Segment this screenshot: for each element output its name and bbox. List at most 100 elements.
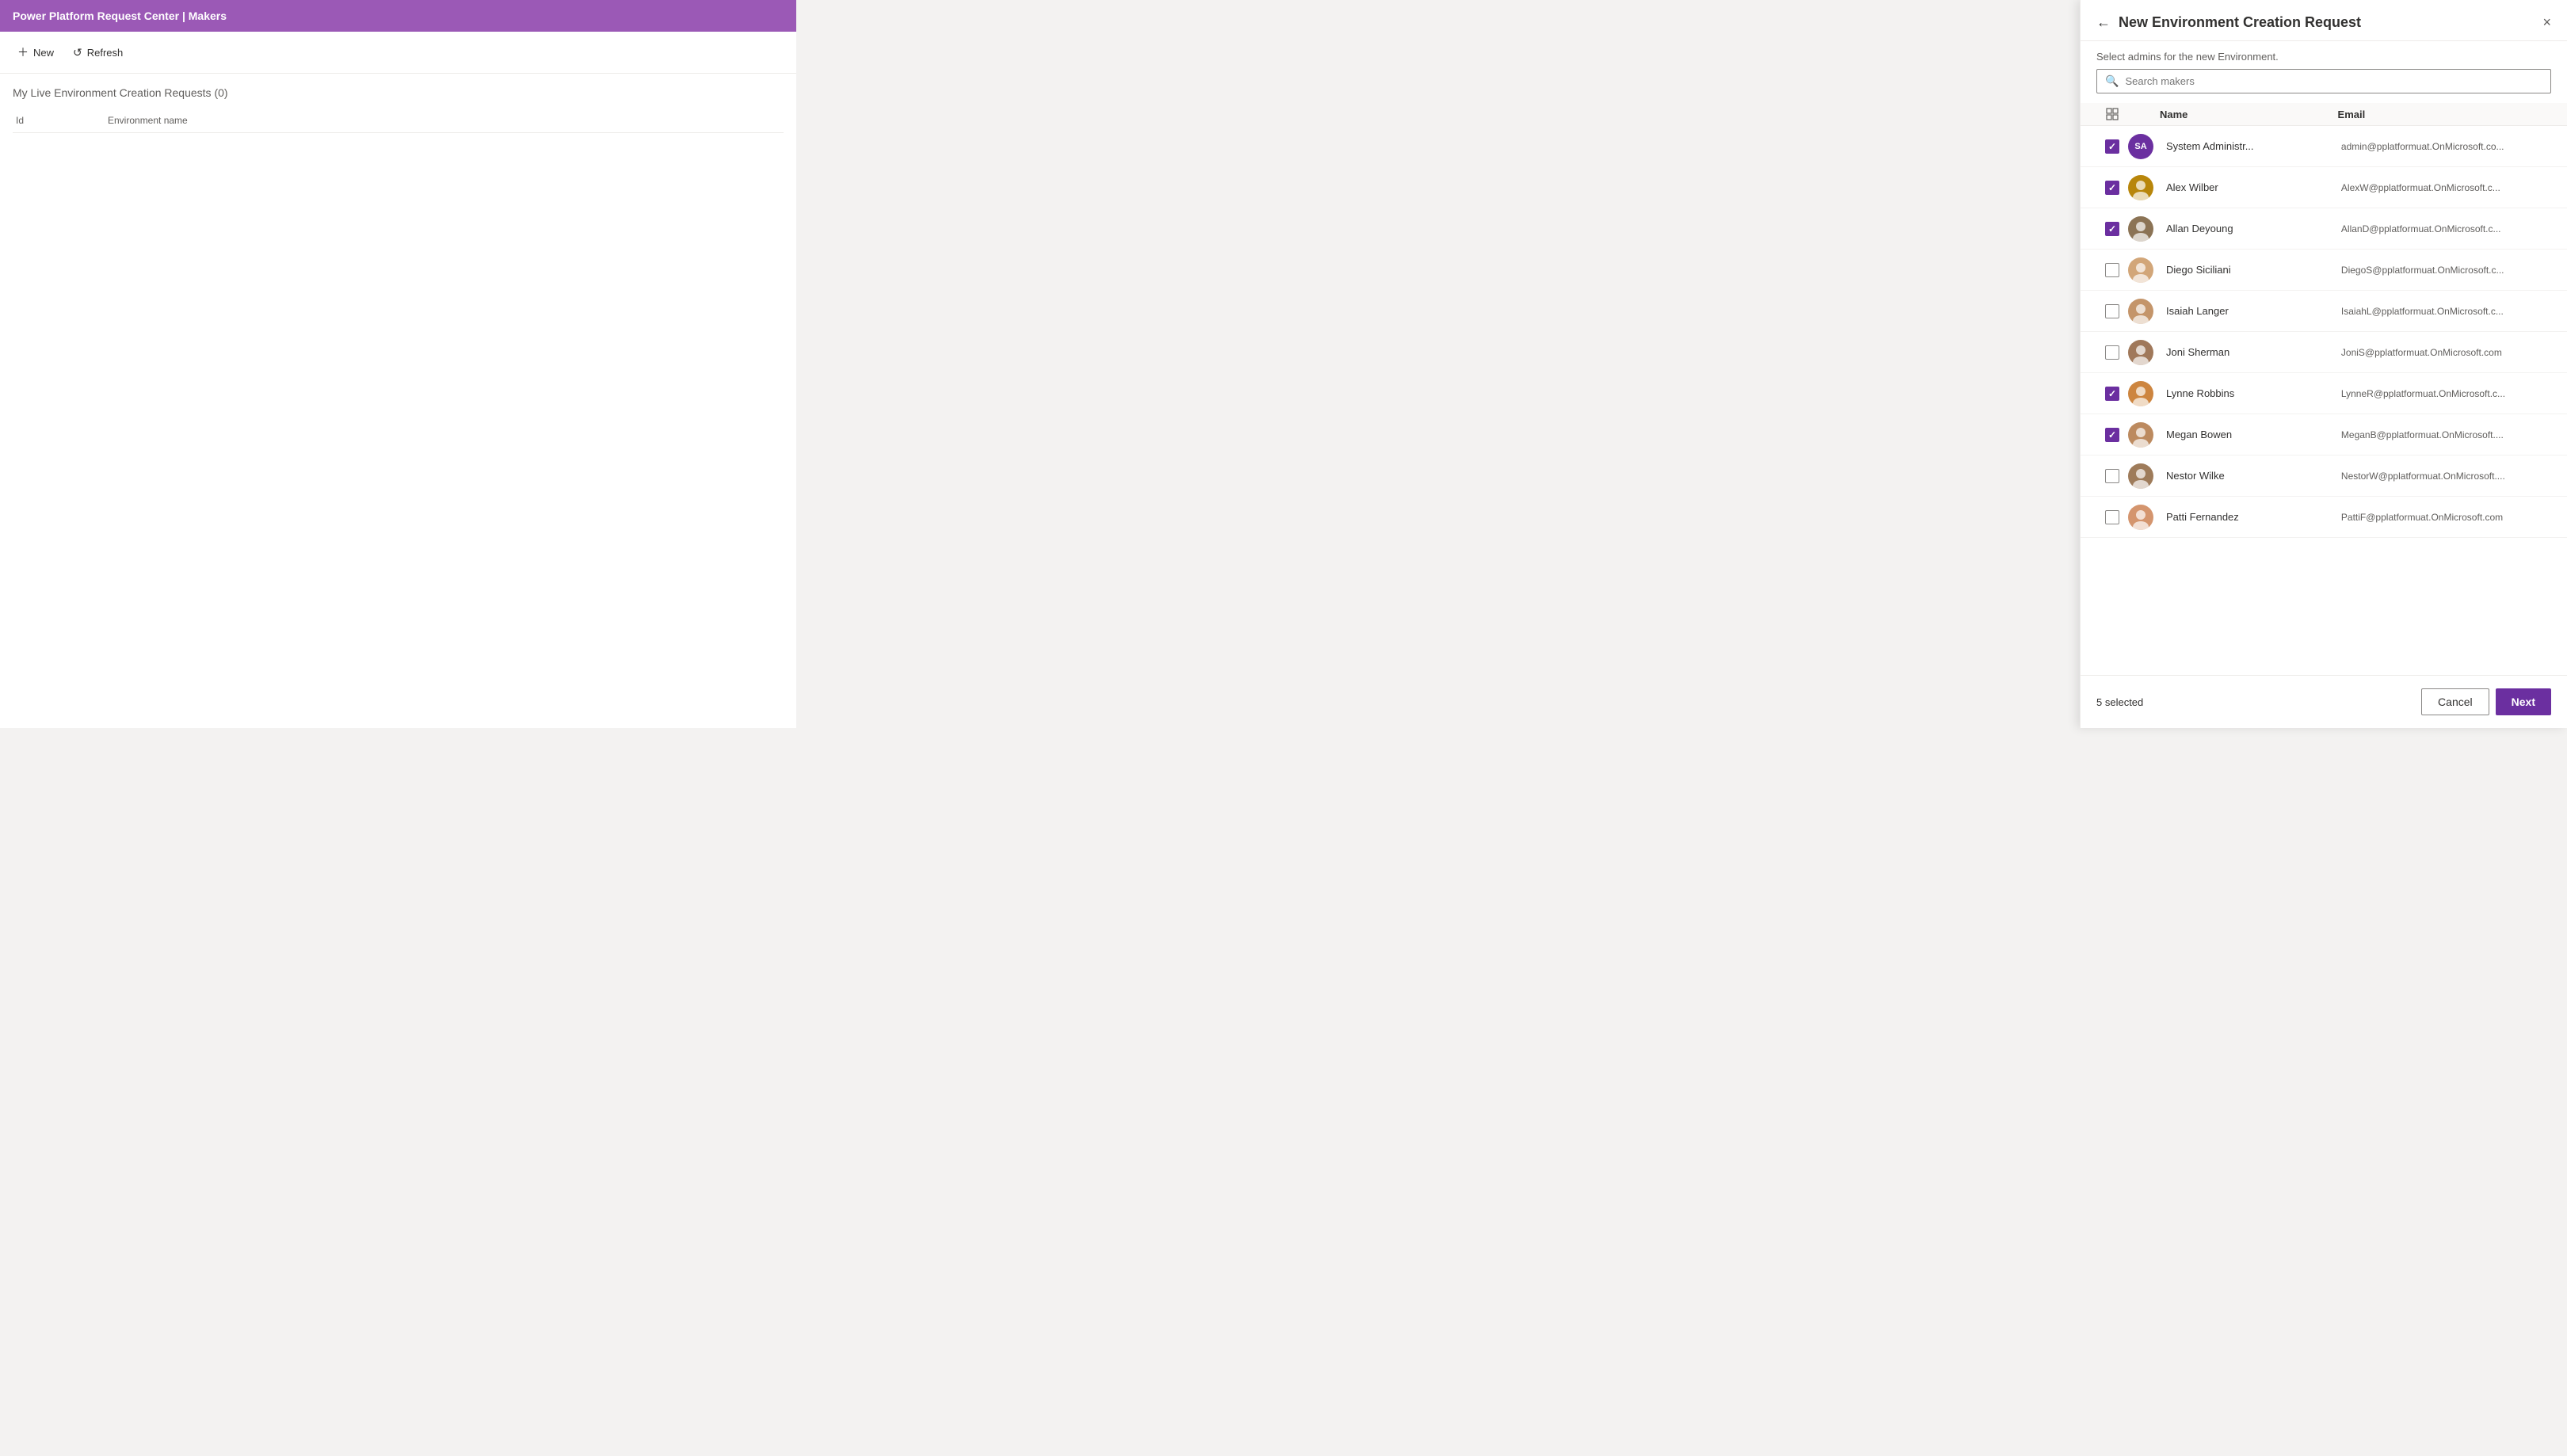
col-id-header: Id (13, 115, 108, 126)
refresh-button[interactable]: ↺ Refresh (65, 41, 131, 64)
maker-name: Isaiah Langer (2160, 305, 2341, 317)
makers-table: Name Email SA System Administr... admin@… (2081, 103, 2567, 675)
grid-column-icon (2106, 108, 2119, 120)
makers-table-header: Name Email (2081, 103, 2567, 126)
row-checkbox[interactable] (2105, 181, 2119, 195)
maker-name: Nestor Wilke (2160, 470, 2341, 482)
cancel-button[interactable]: Cancel (2421, 688, 2489, 715)
panel-close-button[interactable]: × (2542, 14, 2551, 31)
row-checkbox[interactable] (2105, 428, 2119, 442)
row-checkbox-col (2096, 181, 2128, 195)
row-checkbox[interactable] (2105, 222, 2119, 236)
maker-email: NestorW@pplatformuat.OnMicrosoft.... (2341, 471, 2551, 482)
row-checkbox[interactable] (2105, 263, 2119, 277)
plus-icon: ＋ (17, 44, 29, 60)
maker-email: DiegoS@pplatformuat.OnMicrosoft.c... (2341, 265, 2551, 276)
avatar (2128, 175, 2153, 200)
row-checkbox-col (2096, 222, 2128, 236)
maker-name: Lynne Robbins (2160, 387, 2341, 399)
maker-email: IsaiahL@pplatformuat.OnMicrosoft.c... (2341, 306, 2551, 317)
avatar-col (2128, 463, 2160, 489)
selected-count: 5 selected (2096, 696, 2143, 708)
avatar-col (2128, 340, 2160, 365)
maker-email: MeganB@pplatformuat.OnMicrosoft.... (2341, 429, 2551, 440)
new-label: New (33, 47, 54, 59)
avatar-col: SA (2128, 134, 2160, 159)
maker-email: JoniS@pplatformuat.OnMicrosoft.com (2341, 347, 2551, 358)
content-area: My Live Environment Creation Requests (0… (0, 74, 796, 728)
avatar: SA (2128, 134, 2153, 159)
avatar-col (2128, 216, 2160, 242)
maker-email: AllanD@pplatformuat.OnMicrosoft.c... (2341, 223, 2551, 234)
row-checkbox-col (2096, 387, 2128, 401)
avatar (2128, 299, 2153, 324)
row-checkbox-col (2096, 469, 2128, 483)
row-checkbox-col (2096, 510, 2128, 524)
maker-email: admin@pplatformuat.OnMicrosoft.co... (2341, 141, 2551, 152)
avatar (2128, 422, 2153, 448)
avatar-col (2128, 505, 2160, 530)
section-title: My Live Environment Creation Requests (0… (13, 86, 784, 99)
makers-list: SA System Administr... admin@pplatformua… (2081, 126, 2567, 538)
select-all-col (2096, 108, 2128, 120)
avatar (2128, 505, 2153, 530)
maker-name: System Administr... (2160, 140, 2341, 152)
row-checkbox[interactable] (2105, 469, 2119, 483)
avatar (2128, 216, 2153, 242)
avatar-col (2128, 422, 2160, 448)
close-icon: × (2542, 14, 2551, 31)
table-row[interactable]: Allan Deyoung AllanD@pplatformuat.OnMicr… (2081, 208, 2567, 250)
avatar (2128, 257, 2153, 283)
avatar-col (2128, 175, 2160, 200)
row-checkbox-col (2096, 304, 2128, 318)
next-button[interactable]: Next (2496, 688, 2551, 715)
row-checkbox-col (2096, 139, 2128, 154)
search-box[interactable]: 🔍 (2096, 69, 2551, 93)
email-col-header: Email (2338, 109, 2551, 120)
name-col-header: Name (2160, 109, 2338, 120)
table-row[interactable]: Lynne Robbins LynneR@pplatformuat.OnMicr… (2081, 373, 2567, 414)
row-checkbox-col (2096, 263, 2128, 277)
avatar-col (2128, 299, 2160, 324)
row-checkbox[interactable] (2105, 345, 2119, 360)
table-row[interactable]: Joni Sherman JoniS@pplatformuat.OnMicros… (2081, 332, 2567, 373)
table-row[interactable]: Nestor Wilke NestorW@pplatformuat.OnMicr… (2081, 455, 2567, 497)
app-title: Power Platform Request Center | Makers (13, 10, 227, 22)
refresh-label: Refresh (87, 47, 124, 59)
footer-buttons: Cancel Next (2421, 688, 2551, 715)
table-row[interactable]: Patti Fernandez PattiF@pplatformuat.OnMi… (2081, 497, 2567, 538)
row-checkbox-col (2096, 345, 2128, 360)
top-bar: Power Platform Request Center | Makers (0, 0, 796, 32)
table-row[interactable]: Diego Siciliani DiegoS@pplatformuat.OnMi… (2081, 250, 2567, 291)
search-input[interactable] (2125, 75, 2542, 87)
table-header: Id Environment name (13, 109, 784, 133)
avatar-col (2128, 381, 2160, 406)
maker-name: Alex Wilber (2160, 181, 2341, 193)
maker-email: AlexW@pplatformuat.OnMicrosoft.c... (2341, 182, 2551, 193)
maker-name: Patti Fernandez (2160, 511, 2341, 523)
row-checkbox[interactable] (2105, 304, 2119, 318)
maker-name: Joni Sherman (2160, 346, 2341, 358)
table-row[interactable]: Megan Bowen MeganB@pplatformuat.OnMicros… (2081, 414, 2567, 455)
table-row[interactable]: Alex Wilber AlexW@pplatformuat.OnMicroso… (2081, 167, 2567, 208)
refresh-icon: ↺ (73, 46, 82, 59)
table-row[interactable]: SA System Administr... admin@pplatformua… (2081, 126, 2567, 167)
maker-email: LynneR@pplatformuat.OnMicrosoft.c... (2341, 388, 2551, 399)
maker-email: PattiF@pplatformuat.OnMicrosoft.com (2341, 512, 2551, 523)
panel-header: ← New Environment Creation Request × (2081, 0, 2567, 41)
table-row[interactable]: Isaiah Langer IsaiahL@pplatformuat.OnMic… (2081, 291, 2567, 332)
avatar (2128, 381, 2153, 406)
maker-name: Megan Bowen (2160, 429, 2341, 440)
new-button[interactable]: ＋ New (10, 40, 62, 65)
avatar-col (2128, 257, 2160, 283)
panel-title: New Environment Creation Request (2119, 14, 2542, 31)
row-checkbox[interactable] (2105, 510, 2119, 524)
panel-back-button[interactable]: ← (2096, 14, 2111, 31)
side-panel: ← New Environment Creation Request × Sel… (2080, 0, 2567, 728)
panel-subtitle: Select admins for the new Environment. (2081, 41, 2567, 69)
toolbar: ＋ New ↺ Refresh (0, 32, 796, 74)
row-checkbox[interactable] (2105, 139, 2119, 154)
maker-name: Diego Siciliani (2160, 264, 2341, 276)
row-checkbox-col (2096, 428, 2128, 442)
row-checkbox[interactable] (2105, 387, 2119, 401)
